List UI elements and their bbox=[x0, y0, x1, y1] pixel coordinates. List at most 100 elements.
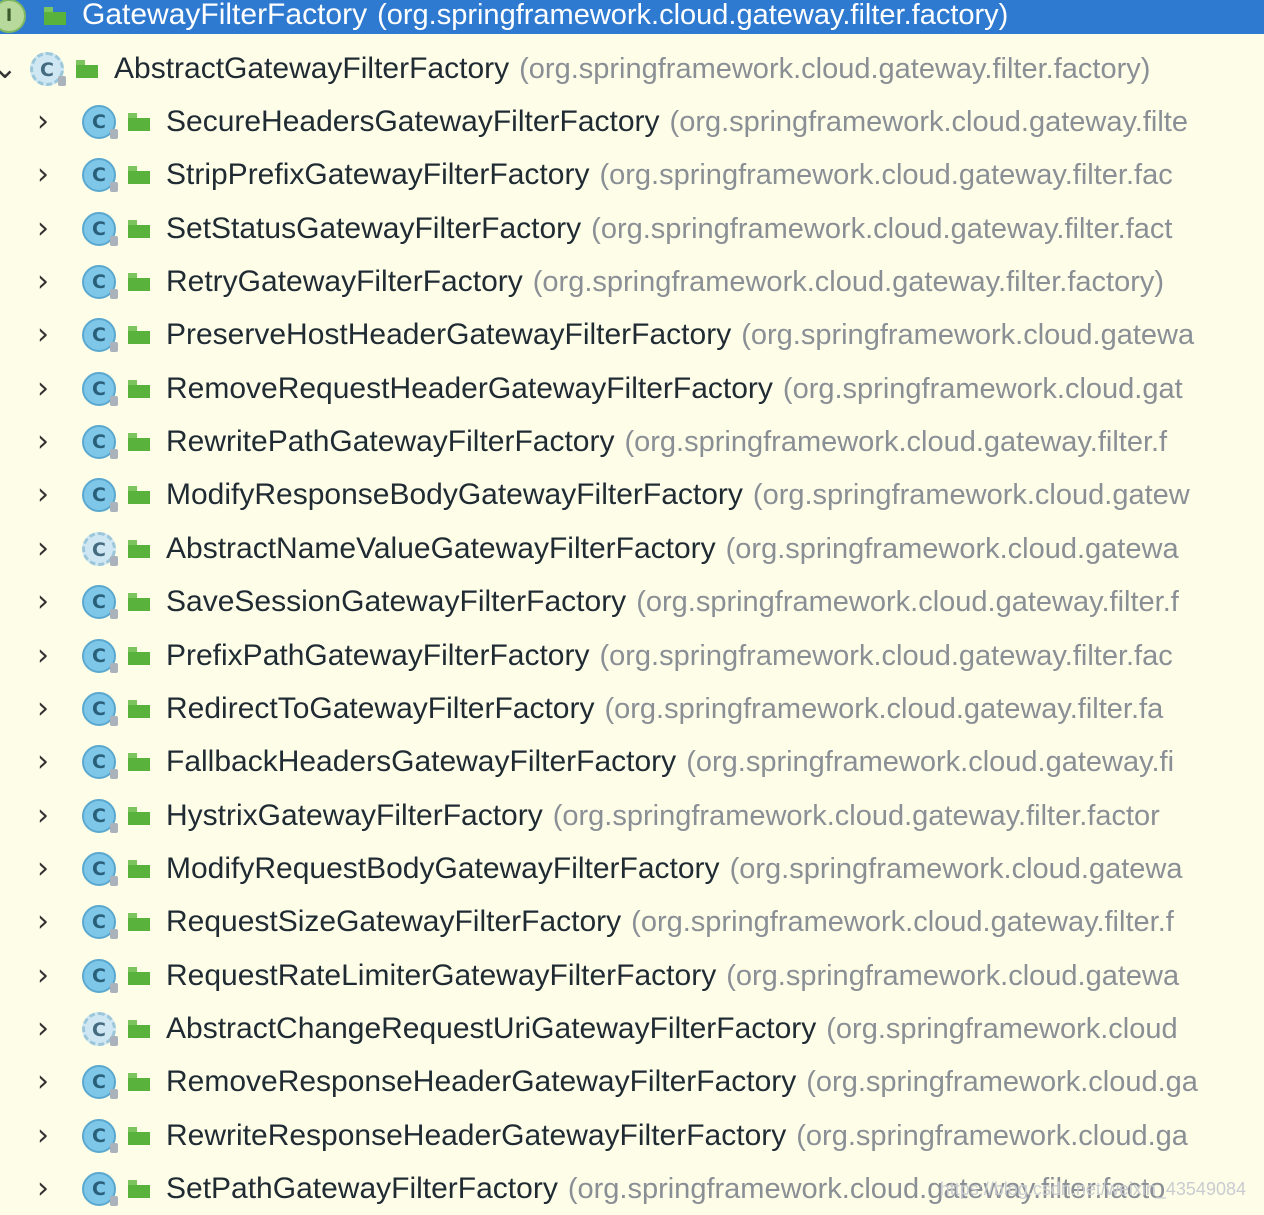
package-name: (org.springframework.cloud.ga bbox=[806, 1066, 1198, 1098]
tree-row-selected[interactable]: I GatewayFilterFactory (org.springframewo… bbox=[0, 0, 1264, 34]
tree-row[interactable]: › C RequestRateLimiterGatewayFilterFactory… bbox=[0, 949, 1264, 1002]
lock-icon bbox=[110, 983, 118, 993]
class-name: ModifyRequestBodyGatewayFilterFactory bbox=[166, 852, 720, 885]
watermark: https://blog.csdn.net/weixin_43549084 bbox=[939, 1179, 1246, 1199]
tree-row[interactable]: › C HystrixGatewayFilterFactory (org.spring… bbox=[0, 789, 1264, 842]
tree-row[interactable]: › C AbstractChangeRequestUriGatewayFilterF… bbox=[0, 1002, 1264, 1055]
expand-arrow-icon[interactable]: › bbox=[28, 202, 58, 255]
tree-row[interactable]: › C ModifyResponseBodyGatewayFilterFactory… bbox=[0, 468, 1264, 521]
tree-row-label: RemoveRequestHeaderGatewayFilterFactory (… bbox=[166, 362, 1183, 415]
class-name: SaveSessionGatewayFilterFactory bbox=[166, 585, 627, 618]
package-name: (org.springframework.cloud.gateway.filte… bbox=[599, 640, 1173, 672]
expand-arrow-icon[interactable]: › bbox=[28, 1162, 58, 1215]
tree-row-label: AbstractGatewayFilterFactory (org.springf… bbox=[114, 42, 1150, 95]
package-name: (org.springframework.cloud.gateway.filte… bbox=[599, 159, 1173, 191]
expand-arrow-icon[interactable]: › bbox=[28, 362, 58, 415]
package-name: (org.springframework.cloud.gateway.filte… bbox=[604, 693, 1164, 725]
collapse-arrow-icon[interactable]: ⌄ bbox=[0, 42, 20, 95]
tree-row[interactable]: › C RewriteResponseHeaderGatewayFilterFact… bbox=[0, 1109, 1264, 1162]
tree-row[interactable]: › C PrefixPathGatewayFilterFactory (org.spr… bbox=[0, 629, 1264, 682]
tree-row[interactable]: › C PreserveHostHeaderGatewayFilterFactory… bbox=[0, 308, 1264, 361]
tree-row[interactable]: › C RemoveResponseHeaderGatewayFilterFacto… bbox=[0, 1055, 1264, 1108]
expand-arrow-icon[interactable]: › bbox=[28, 1109, 58, 1162]
package-name: (org.springframework.cloud.gateway.filte… bbox=[624, 426, 1168, 458]
lock-icon bbox=[110, 769, 118, 779]
tree-row[interactable]: › C ModifyRequestBodyGatewayFilterFactory(… bbox=[0, 842, 1264, 895]
class-name: RemoveRequestHeaderGatewayFilterFactory bbox=[166, 372, 773, 405]
expand-arrow-icon[interactable]: › bbox=[28, 255, 58, 308]
tree-row-label: FallbackHeadersGatewayFilterFactory (org.… bbox=[166, 735, 1174, 788]
package-name: (org.springframework.cloud.gateway.filte… bbox=[631, 906, 1174, 938]
lock-icon bbox=[110, 396, 118, 406]
package-icon bbox=[128, 807, 150, 825]
expand-arrow-icon[interactable]: › bbox=[28, 895, 58, 948]
expand-arrow-icon[interactable]: › bbox=[28, 95, 58, 148]
tree-row-label: SecureHeadersGatewayFilterFactory (org.sp… bbox=[166, 95, 1188, 148]
lock-icon bbox=[110, 129, 118, 139]
tree-row-label: ModifyResponseBodyGatewayFilterFactory (o… bbox=[166, 468, 1190, 521]
lock-icon bbox=[110, 1143, 118, 1153]
expand-arrow-icon[interactable]: › bbox=[28, 842, 58, 895]
package-name: (org.springframework.cloud.gateway.filte… bbox=[636, 586, 1179, 618]
tree-row-label: RequestRateLimiterGatewayFilterFactory (o… bbox=[166, 949, 1179, 1002]
class-name: RedirectToGatewayFilterFactory bbox=[166, 692, 595, 725]
class-name: AbstractNameValueGatewayFilterFactory bbox=[166, 532, 716, 565]
package-name: (org.springframework.cloud.gateway.filte… bbox=[377, 0, 1009, 31]
expand-arrow-icon[interactable]: › bbox=[28, 415, 58, 468]
tree-row[interactable]: › C AbstractNameValueGatewayFilterFactory(… bbox=[0, 522, 1264, 575]
package-name: (org.springframework.cloud.gatew bbox=[752, 479, 1190, 511]
class-name: AbstractGatewayFilterFactory bbox=[114, 52, 510, 85]
package-icon bbox=[128, 1127, 150, 1145]
package-icon bbox=[128, 326, 150, 344]
expand-arrow-icon[interactable]: › bbox=[28, 949, 58, 1002]
package-icon bbox=[44, 7, 66, 25]
class-name: FallbackHeadersGatewayFilterFactory bbox=[166, 745, 677, 778]
package-name: (org.springframework.cloud.gateway.filte… bbox=[519, 53, 1151, 85]
tree-row[interactable]: › C FallbackHeadersGatewayFilterFactory (or… bbox=[0, 735, 1264, 788]
expand-arrow-icon[interactable]: › bbox=[28, 468, 58, 521]
expand-arrow-icon[interactable]: › bbox=[28, 308, 58, 361]
tree-row-label: AbstractNameValueGatewayFilterFactory (or… bbox=[166, 522, 1179, 575]
tree-row[interactable]: › C RequestSizeGatewayFilterFactory (org.sp… bbox=[0, 895, 1264, 948]
class-name: PreserveHostHeaderGatewayFilterFactory bbox=[166, 318, 732, 351]
tree-row[interactable]: › C SaveSessionGatewayFilterFactory (org.sp… bbox=[0, 575, 1264, 628]
package-name: (org.springframework.cloud.gatewa bbox=[729, 853, 1183, 885]
tree-row[interactable]: › C RedirectToGatewayFilterFactory (org.spr… bbox=[0, 682, 1264, 735]
class-name: SecureHeadersGatewayFilterFactory bbox=[166, 105, 660, 138]
expand-arrow-icon[interactable]: › bbox=[28, 1002, 58, 1055]
class-name: GatewayFilterFactory bbox=[82, 0, 368, 31]
package-icon bbox=[128, 860, 150, 878]
lock-icon bbox=[110, 1196, 118, 1206]
class-name: RewriteResponseHeaderGatewayFilterFactor… bbox=[166, 1119, 787, 1152]
class-name: AbstractChangeRequestUriGatewayFilterFac… bbox=[166, 1012, 817, 1045]
lock-icon bbox=[110, 663, 118, 673]
class-name: HystrixGatewayFilterFactory bbox=[166, 799, 543, 832]
expand-arrow-icon[interactable]: › bbox=[28, 682, 58, 735]
tree-row[interactable]: › C RemoveRequestHeaderGatewayFilterFactor… bbox=[0, 362, 1264, 415]
tree-row-parent[interactable]: ⌄ C AbstractGatewayFilterFactory (org.spr… bbox=[0, 42, 1264, 95]
package-icon bbox=[128, 113, 150, 131]
package-icon bbox=[128, 593, 150, 611]
expand-arrow-icon[interactable]: › bbox=[28, 522, 58, 575]
package-name: (org.springframework.cloud.gateway.filte… bbox=[552, 800, 1160, 832]
package-icon bbox=[128, 913, 150, 931]
package-icon bbox=[128, 433, 150, 451]
package-icon bbox=[128, 647, 150, 665]
expand-arrow-icon[interactable]: › bbox=[28, 735, 58, 788]
expand-arrow-icon[interactable]: › bbox=[28, 1055, 58, 1108]
tree-row[interactable]: › C SetStatusGatewayFilterFactory (org.spri… bbox=[0, 202, 1264, 255]
tree-row[interactable]: › C SecureHeadersGatewayFilterFactory (org.… bbox=[0, 95, 1264, 148]
class-name: RewritePathGatewayFilterFactory bbox=[166, 425, 615, 458]
class-name: RetryGatewayFilterFactory bbox=[166, 265, 523, 298]
expand-arrow-icon[interactable]: › bbox=[28, 629, 58, 682]
tree-row[interactable]: › C RetryGatewayFilterFactory (org.springfr… bbox=[0, 255, 1264, 308]
tree-row-label: PreserveHostHeaderGatewayFilterFactory (o… bbox=[166, 308, 1194, 361]
class-name: RequestSizeGatewayFilterFactory bbox=[166, 905, 622, 938]
expand-arrow-icon[interactable]: › bbox=[28, 148, 58, 201]
expand-arrow-icon[interactable]: › bbox=[28, 575, 58, 628]
expand-arrow-icon[interactable]: › bbox=[28, 789, 58, 842]
tree-row[interactable]: › C RewritePathGatewayFilterFactory (org.sp… bbox=[0, 415, 1264, 468]
tree-row-label: RewritePathGatewayFilterFactory (org.spri… bbox=[166, 415, 1167, 468]
tree-row[interactable]: › C StripPrefixGatewayFilterFactory (org.sp… bbox=[0, 148, 1264, 201]
package-icon bbox=[128, 753, 150, 771]
